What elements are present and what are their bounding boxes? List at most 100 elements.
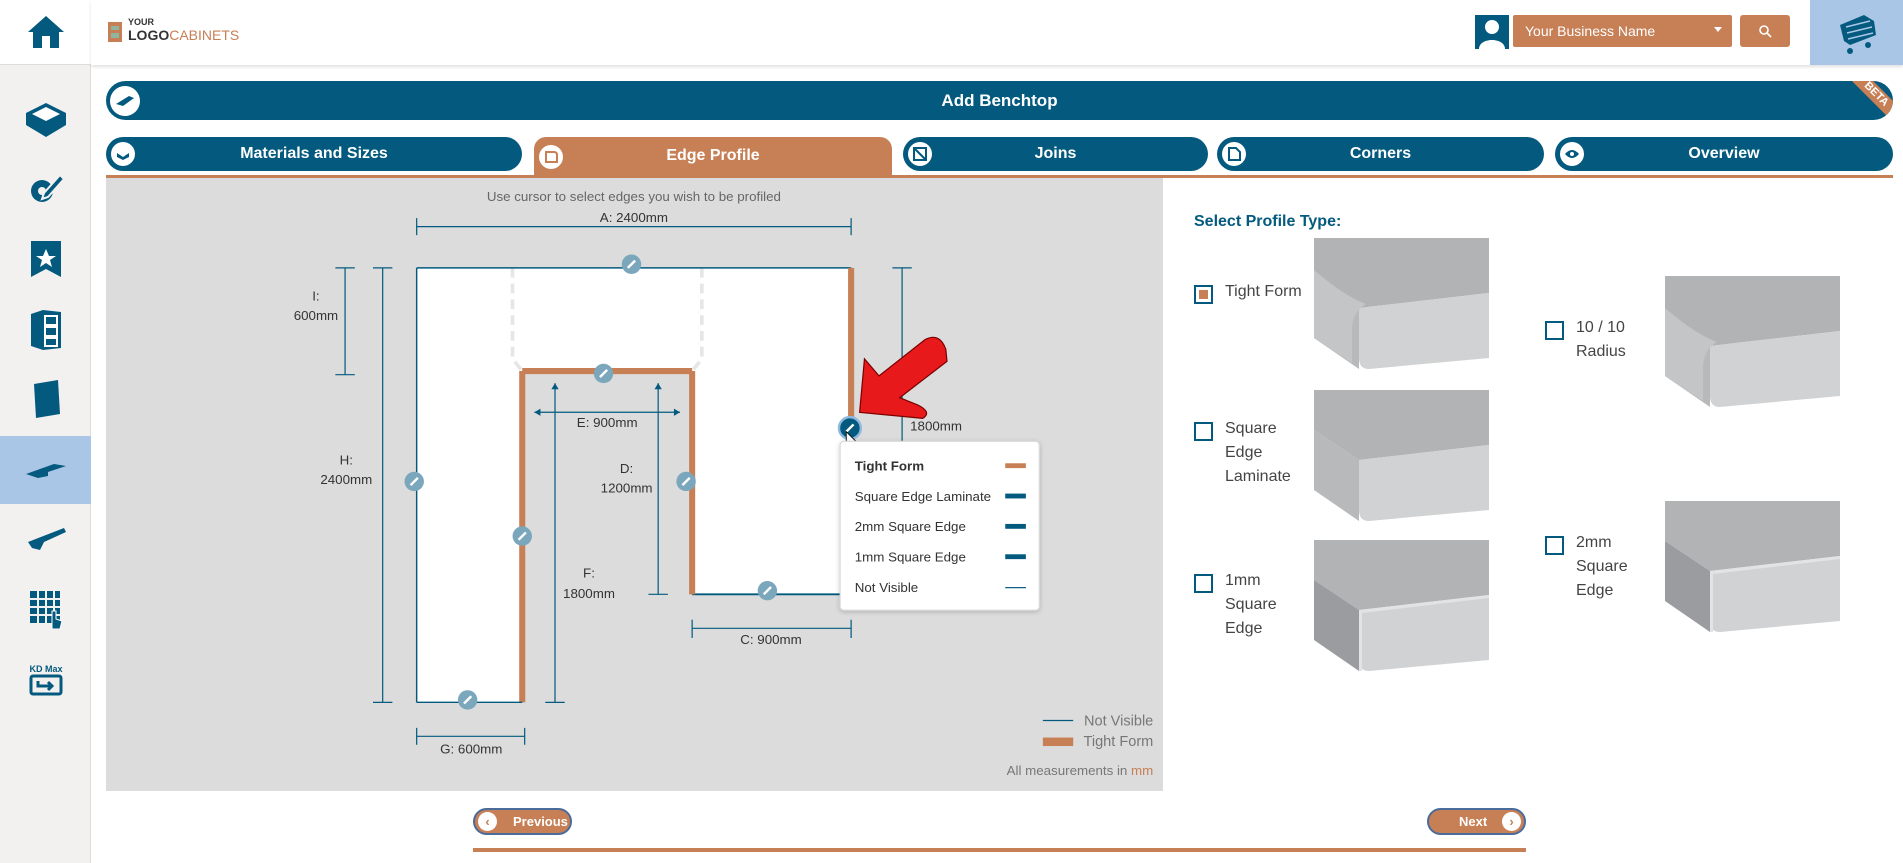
profile-swatch — [1005, 493, 1026, 499]
sidebar-item-favourites[interactable] — [0, 225, 91, 293]
sidebar-item-cabinets[interactable] — [0, 295, 91, 363]
cabinet-drawers-icon — [30, 310, 61, 350]
search-button[interactable] — [1740, 15, 1790, 47]
tab-materials-and-sizes[interactable]: Materials and Sizes — [106, 137, 522, 171]
sidebar-item-panels[interactable] — [0, 365, 91, 433]
profile-swatch — [1005, 523, 1026, 529]
home-icon — [27, 16, 64, 48]
user-avatar[interactable] — [1475, 15, 1509, 49]
sidebar-item-home[interactable] — [0, 0, 91, 65]
sidebar-item-kd-max[interactable]: KD Max — [0, 646, 91, 714]
edit-edge-handle[interactable] — [457, 690, 478, 710]
materials-icon — [111, 142, 135, 166]
search-icon — [1759, 25, 1772, 38]
profile-menu-item-label: Not Visible — [855, 580, 918, 595]
hinge-icon — [27, 528, 66, 550]
sidebar-item-benchtops[interactable] — [0, 436, 91, 504]
legend-not-visible: Not Visible — [1084, 713, 1153, 729]
chevron-down-icon — [1714, 27, 1722, 36]
legend: Not Visible Tight Form All measurements … — [1007, 713, 1154, 778]
svg-text:KD Max: KD Max — [29, 664, 62, 674]
legend-tight-form: Tight Form — [1084, 734, 1154, 750]
room-icon — [25, 103, 66, 137]
dim-g-label: G: 600mm — [440, 741, 502, 756]
instruction-text: Use cursor to select edges you wish to b… — [487, 189, 781, 204]
corners-icon — [1222, 142, 1246, 166]
dim-d-value: 1200mm — [601, 480, 653, 495]
units-note: All measurements in mm — [1007, 763, 1154, 778]
sidebar-item-grid[interactable] — [0, 575, 91, 643]
edge-profile-icon — [539, 144, 563, 169]
eye-icon — [1560, 142, 1584, 166]
red-arrow-annotation — [858, 336, 948, 419]
checkbox-1mm-square-edge[interactable] — [1194, 574, 1213, 593]
tab-corners[interactable]: Corners — [1217, 137, 1544, 171]
sidebar-item-room[interactable] — [0, 85, 91, 153]
edit-edge-handle[interactable] — [404, 471, 424, 492]
dim-c-label: C: 900mm — [740, 632, 801, 647]
cart-button[interactable] — [1810, 0, 1903, 65]
chevron-right-icon: › — [1502, 812, 1521, 831]
tab-overview[interactable]: Overview — [1555, 137, 1893, 171]
label-tight-form[interactable]: Tight Form — [1225, 280, 1305, 304]
footer-divider — [473, 848, 1526, 852]
beta-badge: BETA — [1845, 81, 1893, 120]
dim-a-label: A: 2400mm — [600, 210, 668, 225]
profile-image-2mm-square-edge[interactable] — [1665, 501, 1840, 632]
panel-icon — [33, 380, 60, 418]
bookmark-star-icon — [30, 241, 61, 277]
dim-f-value: 1800mm — [563, 586, 615, 601]
dim-i-label: I: — [312, 289, 319, 304]
dim-b-value: 1800mm — [910, 418, 962, 433]
dim-h-label: H: — [340, 452, 353, 467]
sidebar-item-hardware[interactable] — [0, 505, 91, 573]
label-2mm-square-edge[interactable]: 2mm Square Edge — [1576, 531, 1656, 603]
next-button[interactable]: Next › — [1427, 808, 1526, 835]
edit-edge-handle[interactable] — [593, 363, 614, 384]
dim-h-value: 2400mm — [320, 472, 372, 487]
profile-type-title: Select Profile Type: — [1194, 213, 1342, 230]
profile-swatch — [1005, 587, 1026, 589]
profile-menu-item-label: 1mm Square Edge — [855, 550, 966, 565]
checkbox-square-edge-laminate[interactable] — [1194, 422, 1213, 441]
label-square-edge-laminate[interactable]: Square Edge Laminate — [1225, 417, 1305, 489]
label-10-10-radius[interactable]: 10 / 10 Radius — [1576, 316, 1656, 364]
tab-edge-profile[interactable]: Edge Profile — [534, 137, 892, 176]
legend-tight-form-swatch — [1042, 737, 1074, 747]
checkbox-tight-form[interactable] — [1194, 285, 1213, 304]
benchtop-icon — [25, 464, 66, 478]
edit-edge-handle[interactable] — [676, 471, 696, 492]
benchtop-icon — [110, 85, 140, 116]
edit-edge-handle[interactable] — [757, 580, 778, 601]
kd-max-import-icon: KD Max — [29, 664, 62, 696]
edit-edge-handle[interactable] — [621, 254, 642, 274]
profile-image-1mm-square-edge[interactable] — [1314, 540, 1489, 671]
dim-f-label: F: — [583, 565, 595, 580]
company-logo: YOUR LOGOCABINETS — [106, 18, 239, 45]
chevron-left-icon: ‹ — [478, 812, 497, 831]
joins-icon — [908, 142, 932, 166]
business-select[interactable]: Your Business Name — [1513, 15, 1732, 47]
profile-menu-item-label: Square Edge Laminate — [855, 489, 991, 504]
dim-e-label: E: 900mm — [577, 415, 638, 430]
profile-image-tight-form[interactable] — [1314, 238, 1489, 369]
checkbox-10-10-radius[interactable] — [1545, 321, 1564, 340]
grid-select-icon — [29, 591, 63, 629]
benchtop-drawing-canvas[interactable]: Use cursor to select edges you wish to b… — [106, 178, 1163, 791]
profile-menu-item-label: Tight Form — [855, 459, 924, 474]
tab-joins[interactable]: Joins — [903, 137, 1208, 171]
edge-profile-popup: Tight Form Square Edge Laminate 2mm Square… — [839, 440, 1040, 611]
sidebar-item-settings[interactable] — [0, 155, 91, 223]
edit-edge-handle[interactable] — [512, 526, 532, 546]
profile-image-square-edge-laminate[interactable] — [1314, 390, 1489, 521]
profile-image-10-10-radius[interactable] — [1665, 276, 1840, 407]
cart-icon — [1839, 14, 1876, 54]
benchtop-drawing[interactable]: Use cursor to select edges you wish to b… — [106, 178, 1163, 791]
dim-d-label: D: — [620, 461, 633, 476]
label-1mm-square-edge[interactable]: 1mm Square Edge — [1225, 569, 1305, 641]
profile-swatch — [1005, 554, 1026, 560]
previous-button[interactable]: ‹ Previous — [473, 808, 572, 835]
sidebar: KD Max — [0, 0, 91, 863]
checkbox-2mm-square-edge[interactable] — [1545, 536, 1564, 555]
settings-pencil-icon — [30, 173, 65, 202]
